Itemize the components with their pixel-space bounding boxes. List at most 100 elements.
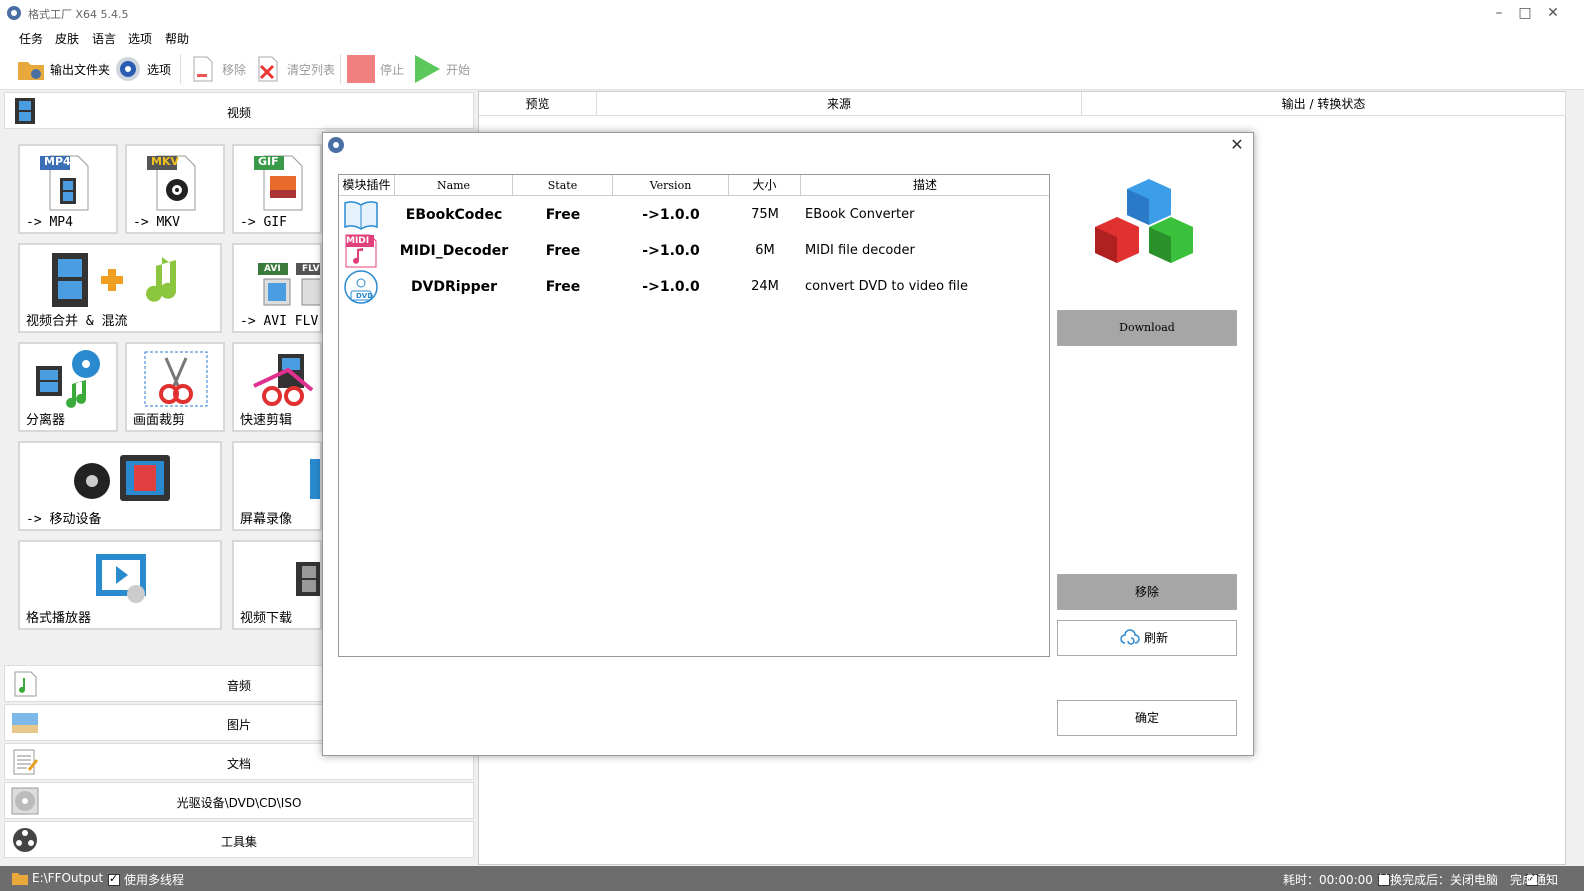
column-plugin[interactable]: 模块插件 [339,175,395,196]
menu-language[interactable]: 语言 [92,30,116,47]
plugin-version: ->1.0.0 [642,279,700,295]
menu-options[interactable]: 选项 [128,30,152,47]
tile-quick-cut[interactable]: 快速剪辑 [232,342,322,432]
clear-list-button[interactable]: 清空列表 [253,52,335,86]
midi-icon-label: MIDI [346,236,370,246]
plugin-size: 6M [755,243,775,258]
menu-help[interactable]: 帮助 [165,30,189,47]
menu-bar: 任务 皮肤 语言 选项 帮助 [0,26,1584,48]
tile-to-mp4[interactable]: MP4 -> MP4 [18,144,118,234]
tile-mp4-label: -> MP4 [26,215,73,230]
tile-video-merge[interactable]: 视频合并 & 混流 [18,243,222,333]
options-label: 选项 [147,62,172,77]
category-tools[interactable]: 工具集 [4,821,474,858]
tile-format-player[interactable]: 格式播放器 [18,540,222,630]
window-title: 格式工厂 X64 5.4.5 [28,8,129,21]
tile-splitter-label: 分离器 [26,413,66,428]
plugin-state: Free [545,243,581,259]
column-size[interactable]: 大小 [729,175,801,196]
tile-crop-label: 画面裁剪 [133,413,186,428]
column-state[interactable]: State [513,175,613,196]
dialog-title-bar: ✕ [323,133,1253,157]
tile-mobile-device[interactable]: -> 移动设备 [18,441,222,531]
plugin-description: EBook Converter [805,207,915,222]
mp4-badge: MP4 [44,155,71,168]
plugin-state: Free [545,279,581,295]
column-output-status[interactable]: 输出 / 转换状态 [1082,92,1566,116]
plugin-name: EBookCodec [405,207,503,223]
play-icon [415,55,440,83]
avi-badge: AVI [264,264,281,274]
elapsed-time: 耗时：00:00:00 [1283,873,1373,887]
tile-to-avi-flv[interactable]: AVI FLV -> AVI FLV M [232,243,322,333]
tile-to-mkv[interactable]: MKV -> MKV [125,144,225,234]
minimize-button[interactable]: – [1486,2,1512,24]
refresh-button[interactable]: 刷新 [1057,620,1237,656]
plugin-description: convert DVD to video file [805,279,969,294]
refresh-cloud-icon [1120,629,1140,645]
maximize-button[interactable]: □ [1512,2,1538,24]
tile-mobile-label: -> 移动设备 [26,512,102,527]
mobile-device-icon [74,455,170,501]
tile-avi-label: -> AVI FLV M [240,314,320,329]
download-button[interactable]: Download [1057,310,1237,346]
quick-cut-icon [253,354,314,406]
stop-icon [347,55,375,83]
tile-screenrec-label: 屏幕录像 [240,512,293,527]
menu-task[interactable]: 任务 [19,30,43,47]
dialog-close-button[interactable]: ✕ [1227,135,1247,155]
start-label: 开始 [446,62,471,77]
category-video[interactable]: 视频 [4,92,474,129]
tile-download-label: 视频下载 [240,611,293,626]
plugin-row[interactable]: MIDI MIDI_Decoder Free ->1.0.0 6M MIDI f… [339,233,1049,269]
main-window: 格式工厂 X64 5.4.5 – □ ✕ 任务 皮肤 语言 选项 帮助 输出文件… [0,0,1584,891]
column-name[interactable]: Name [395,175,513,196]
stop-label: 停止 [380,62,405,77]
toolbar-divider [180,54,181,84]
plugin-row[interactable]: EBookCodec Free ->1.0.0 75M EBook Conver… [339,197,1049,233]
plugin-row[interactable]: DVD DVDRipper Free ->1.0.0 24M convert D… [339,269,1049,305]
output-path[interactable]: E:\FFOutput [32,871,103,885]
plugin-dialog: ✕ 模块插件 Name State Version 大小 描述 EBookCod… [322,132,1254,756]
remove-button[interactable]: 移除 [188,52,246,86]
tile-splitter[interactable]: 分离器 [18,342,118,432]
remove-plugin-button[interactable]: 移除 [1057,574,1237,610]
folder-icon [12,873,28,885]
folder-icon [18,62,44,80]
stop-button[interactable]: 停止 [346,52,404,86]
refresh-label: 刷新 [1144,631,1169,645]
category-disc-label: 光驱设备\DVD\CD\ISO [176,796,302,810]
output-folder-label: 输出文件夹 [50,62,111,77]
remove-file-icon [193,56,213,82]
start-button[interactable]: 开始 [412,52,470,86]
output-folder-button[interactable]: 输出文件夹 [16,52,110,86]
toolbar-divider [340,54,341,84]
column-preview[interactable]: 预览 [479,92,597,116]
options-button[interactable]: 选项 [113,52,171,86]
tile-crop[interactable]: 画面裁剪 [125,342,225,432]
tile-player-label: 格式播放器 [26,611,92,626]
tile-to-gif[interactable]: GIF -> GIF [232,144,322,234]
tile-gif-label: -> GIF [240,215,287,230]
crop-scissors-icon [144,351,208,407]
tile-merge-label: 视频合并 & 混流 [26,314,128,329]
plugin-state: Free [545,207,581,223]
column-description[interactable]: 描述 [801,175,1049,196]
ok-button[interactable]: 确定 [1057,700,1237,736]
column-version[interactable]: Version [613,175,729,196]
multithread-checkbox[interactable] [108,872,120,886]
app-logo-icon [7,6,21,20]
category-document-label: 文档 [226,757,251,771]
category-disc[interactable]: 光驱设备\DVD\CD\ISO [4,782,474,819]
tile-video-download[interactable]: 视频下载 [232,540,322,630]
tile-screen-record[interactable]: 屏幕录像 [232,441,322,531]
gif-badge: GIF [258,155,279,168]
column-source[interactable]: 来源 [597,92,1082,116]
after-convert-label: 转换完成后：关闭电脑 [1378,873,1499,887]
plugin-cubes-icon [1095,179,1193,263]
plugin-version: ->1.0.0 [642,207,700,223]
close-window-button[interactable]: ✕ [1540,2,1566,24]
menu-skin[interactable]: 皮肤 [55,30,79,47]
status-bar: E:\FFOutput 使用多线程 耗时：00:00:00 转换完成后：关闭电脑… [0,866,1584,891]
category-video-label: 视频 [226,106,251,120]
